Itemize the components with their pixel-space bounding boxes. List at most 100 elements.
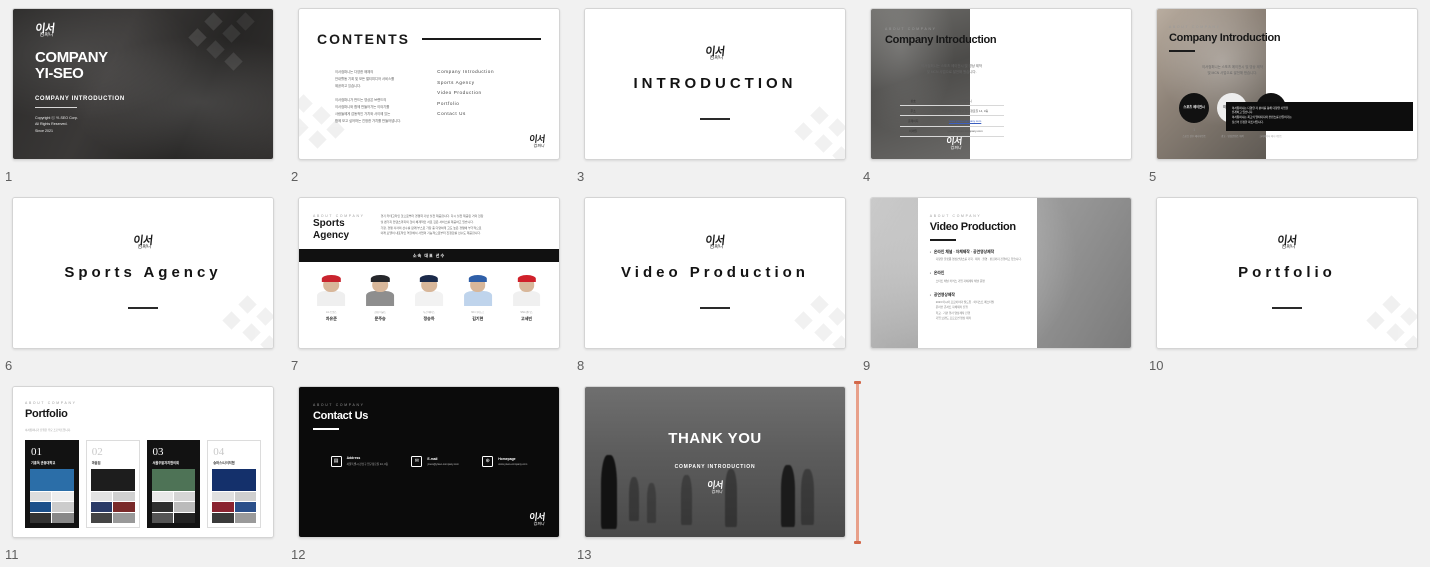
slide-cell[interactable]: About Company Company Introduction 이서컴퍼니… <box>1144 8 1430 197</box>
portfolio-note: 이서컴퍼니가 진행한 주요 프로젝트입니다. <box>25 429 71 432</box>
brand-logo: 이서 컴퍼니 <box>1277 234 1298 251</box>
slide-cell[interactable]: About Company Video Production 온라인 채널 · … <box>858 197 1144 386</box>
table-row: 홈페이지 www.yiseo-company.com <box>899 115 1004 127</box>
slide-thumbnail-wrap[interactable]: 이서 컴퍼니 INTRODUCTION <box>572 8 858 164</box>
company-intro-content: 이서 컴퍼니 About Company Company Introductio… <box>871 9 1131 159</box>
portfolio-card: 04 승머스/나이저협 <box>207 440 261 528</box>
player-avatar <box>363 272 397 306</box>
slide-thumbnail-wrap[interactable]: 이서 컴퍼니 Sports Agency <box>0 197 286 353</box>
slide-thumbnail-wrap[interactable]: About Company Video Production 온라인 채널 · … <box>858 197 1144 353</box>
slide-thumbnail-wrap[interactable]: About Company Company Introduction 이서컴퍼니… <box>1144 8 1430 164</box>
slide-thumbnail-12[interactable]: About Company Contact Us ▤ Address 서울특별시… <box>298 386 560 538</box>
thank-you-content: THANK YOU COMPANY INTRODUCTION 이서 컴퍼니 <box>585 387 845 537</box>
divider-rule <box>1272 307 1302 310</box>
slide-thumbnail-wrap[interactable]: THANK YOU COMPANY INTRODUCTION 이서 컴퍼니 <box>572 386 858 542</box>
contact-item: ✉ E-mail yiseo@yiseo-company.com <box>411 455 459 467</box>
contact-item: ⊕ Homepage www.yiseo-company.com <box>482 455 528 467</box>
portfolio-card: 03 서울주말자치협의회 <box>146 440 201 528</box>
slide-cell[interactable]: CONTENTS 이서컴퍼니는 다양한 매체의 안내활동 기획 및 모든 멀티미… <box>286 8 572 197</box>
slide-thumbnail-5[interactable]: About Company Company Introduction 이서컴퍼니… <box>1156 8 1418 160</box>
slide-thumbnail-wrap[interactable]: 이서 컴퍼니 Portfolio <box>1144 197 1430 353</box>
slide-number-label: 5 <box>1149 169 1157 184</box>
slide-thumbnail-8[interactable]: 이서 컴퍼니 Video Production <box>584 197 846 349</box>
slide-thumbnail-11[interactable]: About Company Portfolio 이서컴퍼니가 진행한 주요 프로… <box>12 386 274 538</box>
portfolio-content: About Company Portfolio 이서컴퍼니가 진행한 주요 프로… <box>13 387 273 537</box>
thank-you-title: THANK YOU <box>668 430 762 448</box>
slide-cell[interactable]: About Company Contact Us ▤ Address 서울특별시… <box>286 386 572 567</box>
slide-number-label: 1 <box>5 169 13 184</box>
sports-description: 경기 카테고리인 것으로부터 경쟁력 기반 실전 제공합니다. 다시 실전 제공… <box>380 214 484 236</box>
brand-logo: 이서 컴퍼니 <box>706 480 724 495</box>
slide-sorter-view: 이서 컴퍼니 COMPANY YI-SEO COMPANY INTRODUCTI… <box>0 0 1430 567</box>
slide-cell[interactable]: About Company Sports Agency 경기 카테고리인 것으로… <box>286 197 572 386</box>
sports-top: About Company Sports Agency 경기 카테고리인 것으로… <box>299 198 559 249</box>
slide-thumbnail-wrap[interactable]: CONTENTS 이서컴퍼니는 다양한 매체의 안내활동 기획 및 모든 멀티미… <box>286 8 572 164</box>
player-item: SSG 랜더스 고세빈 <box>504 272 550 322</box>
slide-thumbnail-wrap[interactable]: 이서 컴퍼니 COMPANY YI-SEO COMPANY INTRODUCTI… <box>0 8 286 164</box>
slide-thumbnail-9[interactable]: About Company Video Production 온라인 채널 · … <box>870 197 1132 349</box>
divider-rule <box>700 307 730 310</box>
slide-thumbnail-3[interactable]: 이서 컴퍼니 INTRODUCTION <box>584 8 846 160</box>
player-avatar <box>314 272 348 306</box>
slide-thumbnail-wrap[interactable]: 이서 컴퍼니 About Company Company Introductio… <box>858 8 1144 164</box>
slide-cell[interactable]: About Company Portfolio 이서컴퍼니가 진행한 주요 프로… <box>0 386 286 567</box>
page-title: Video Production <box>929 221 1016 233</box>
cursor-cap-top <box>854 381 861 384</box>
portfolio-card: 01 기흥독 관동대학교 <box>25 440 79 528</box>
video-production-content: About Company Video Production 온라인 채널 · … <box>871 198 1131 348</box>
brand-logo: 이서 컴퍼니 <box>133 234 154 251</box>
callout-box: 이서컴퍼니는 다양한 각 분야를 통해 다양한 사업을 전개하고 있습니다. 이… <box>1225 101 1413 131</box>
portfolio-cards: 01 기흥독 관동대학교 02 마음집 03 서울주말자치협의회 04 승머스/… <box>25 440 261 528</box>
slide-thumbnail-wrap[interactable]: About Company Contact Us ▤ Address 서울특별시… <box>286 386 572 542</box>
about-label: About Company <box>885 27 937 31</box>
slide-thumbnail-4[interactable]: 이서 컴퍼니 About Company Company Introductio… <box>870 8 1132 160</box>
slide-thumbnail-wrap[interactable]: About Company Portfolio 이서컴퍼니가 진행한 주요 프로… <box>0 386 286 542</box>
page-title: Company Introduction <box>885 34 997 46</box>
slide-thumbnail-10[interactable]: 이서 컴퍼니 Portfolio <box>1156 197 1418 349</box>
contents-heading-row: CONTENTS <box>317 31 541 47</box>
slide-thumbnail-1[interactable]: 이서 컴퍼니 COMPANY YI-SEO COMPANY INTRODUCTI… <box>12 8 274 160</box>
player-item: 두산 베어스 정승하 <box>406 272 452 322</box>
address-icon: ▤ <box>330 455 342 467</box>
cursor-cap-bottom <box>854 541 861 544</box>
thank-you-subtitle: COMPANY INTRODUCTION <box>674 464 756 471</box>
slide-cell[interactable]: THANK YOU COMPANY INTRODUCTION 이서 컴퍼니 13 <box>572 386 858 567</box>
player-item: LG 트윈스 차유준 <box>308 272 354 322</box>
contact-items: ▤ Address 서울특별시 강남구 압구정로길 14, 3층 ✉ E-mai… <box>313 455 545 467</box>
slide-number-label: 8 <box>577 358 585 373</box>
contact-text: Homepage www.yiseo-company.com <box>498 456 528 466</box>
cover-content: 이서 컴퍼니 COMPANY YI-SEO COMPANY INTRODUCTI… <box>13 9 273 159</box>
page-title: Portfolio <box>25 408 68 420</box>
cover-subtitle: COMPANY INTRODUCTION <box>35 95 125 102</box>
lead-text: 이서컴퍼니는 스포츠 에이전시 및 영상 제작 및 MCN 사업으로 발전해 왔… <box>921 64 983 75</box>
slide-number-label: 12 <box>291 547 306 562</box>
slide-cell[interactable]: 이서 컴퍼니 COMPANY YI-SEO COMPANY INTRODUCTI… <box>0 8 286 197</box>
slide-number-label: 3 <box>577 169 585 184</box>
contents-paragraphs: 이서컴퍼니는 다양한 매체의 안내활동 기획 및 모든 멀티미디어 서비스를 제… <box>335 69 401 131</box>
contact-text: Address 서울특별시 강남구 압구정로길 14, 3층 <box>346 456 388 467</box>
slide-cell[interactable]: 이서 컴퍼니 Portfolio 10 <box>1144 197 1430 386</box>
slide-thumbnail-7[interactable]: About Company Sports Agency 경기 카테고리인 것으로… <box>298 197 560 349</box>
slide-thumbnail-13[interactable]: THANK YOU COMPANY INTRODUCTION 이서 컴퍼니 <box>584 386 846 538</box>
slide-cell[interactable]: 이서 컴퍼니 About Company Company Introductio… <box>858 8 1144 197</box>
video-block: 온라인 스타트 채널 커머스 기업 자체제작 채널 운영 <box>930 271 1026 284</box>
player-avatar <box>461 272 495 306</box>
slide-thumbnail-wrap[interactable]: 이서 컴퍼니 Video Production <box>572 197 858 353</box>
about-label: About Company <box>929 214 982 218</box>
slide-cell[interactable]: 이서 컴퍼니 Sports Agency 6 <box>0 197 286 386</box>
video-block: 공연영상제작 2023 아시아 프로바이더 월드컵 · 아티스트 페스티벌 온라… <box>930 293 1026 321</box>
slide-cell[interactable]: 이서 컴퍼니 INTRODUCTION 3 <box>572 8 858 197</box>
sports-agency-content: About Company Sports Agency 경기 카테고리인 것으로… <box>299 198 559 348</box>
slide-number-label: 7 <box>291 358 299 373</box>
contents-body: 이서컴퍼니는 다양한 매체의 안내활동 기획 및 모든 멀티미디어 서비스를 제… <box>317 69 541 131</box>
homepage-icon: ⊕ <box>482 455 494 467</box>
player-avatar <box>510 272 544 306</box>
slide-thumbnail-2[interactable]: CONTENTS 이서컴퍼니는 다양한 매체의 안내활동 기획 및 모든 멀티미… <box>298 8 560 160</box>
cover-copyright: Copyright ⓒ YI-SEO Corp. All Rights Rese… <box>35 115 78 134</box>
divider-title: Portfolio <box>1238 264 1336 282</box>
slide-thumbnail-wrap[interactable]: About Company Sports Agency 경기 카테고리인 것으로… <box>286 197 572 353</box>
divider-rule <box>700 118 730 121</box>
divider-content: 이서 컴퍼니 Video Production <box>585 198 845 348</box>
slide-thumbnail-6[interactable]: 이서 컴퍼니 Sports Agency <box>12 197 274 349</box>
slide-cell[interactable]: 이서 컴퍼니 Video Production 8 <box>572 197 858 386</box>
